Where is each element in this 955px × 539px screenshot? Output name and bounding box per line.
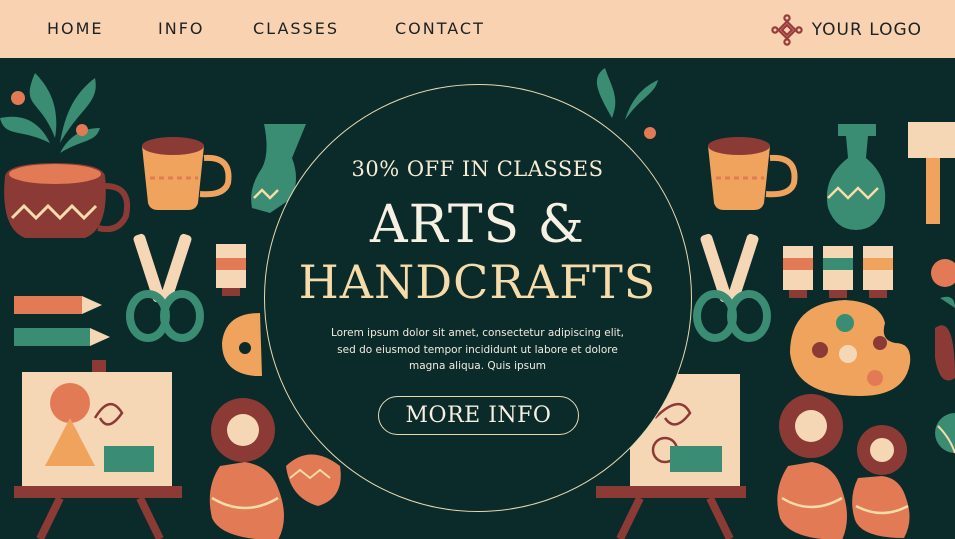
top-navigation: HOME INFO CLASSES CONTACT YOUR LOGO [0, 0, 955, 58]
hero-title-line2: HANDCRAFTS [298, 255, 657, 309]
matryoshka-doll-icon [209, 398, 284, 539]
more-info-button[interactable]: MORE INFO [378, 396, 579, 435]
matryoshka-dolls-icon [777, 394, 910, 539]
logo-text: YOUR LOGO [811, 20, 922, 40]
palette-icon [222, 313, 262, 376]
easel-icon [14, 360, 182, 539]
hero-banner: 30% OFF IN CLASSES ARTS & HANDCRAFTS Lor… [0, 58, 955, 539]
nav-classes[interactable]: CLASSES [253, 19, 339, 38]
knot-icon [771, 14, 803, 46]
palette-icon-right [790, 300, 911, 396]
hero-description: Lorem ipsum dolor sit amet, consectetur … [330, 327, 625, 372]
nav-info[interactable]: INFO [158, 19, 204, 38]
brand-logo[interactable]: YOUR LOGO [770, 13, 922, 47]
nav-home[interactable]: HOME [47, 19, 104, 38]
bowl-icon [286, 454, 341, 506]
promo-text: 30% OFF IN CLASSES [351, 157, 604, 181]
hero-title-line1: ARTS & [370, 195, 585, 255]
yarn-ball-icon [935, 413, 955, 454]
nav-contact[interactable]: CONTACT [395, 19, 485, 38]
